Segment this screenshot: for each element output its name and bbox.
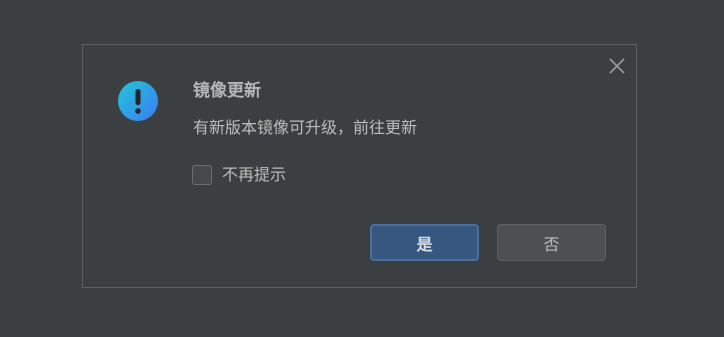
yes-button[interactable]: 是	[370, 224, 479, 261]
no-button[interactable]: 否	[497, 224, 606, 261]
dialog-message: 有新版本镜像可升级，前往更新	[193, 118, 418, 137]
dont-show-again-checkbox[interactable]	[192, 165, 212, 185]
dont-show-again-option[interactable]: 不再提示	[192, 164, 286, 186]
close-icon[interactable]	[607, 56, 627, 76]
dialog-title: 镜像更新	[193, 81, 261, 101]
update-dialog: 镜像更新 有新版本镜像可升级，前往更新 不再提示 是 否	[82, 44, 637, 288]
info-exclamation-icon	[117, 80, 159, 122]
dont-show-again-label: 不再提示	[222, 165, 287, 184]
